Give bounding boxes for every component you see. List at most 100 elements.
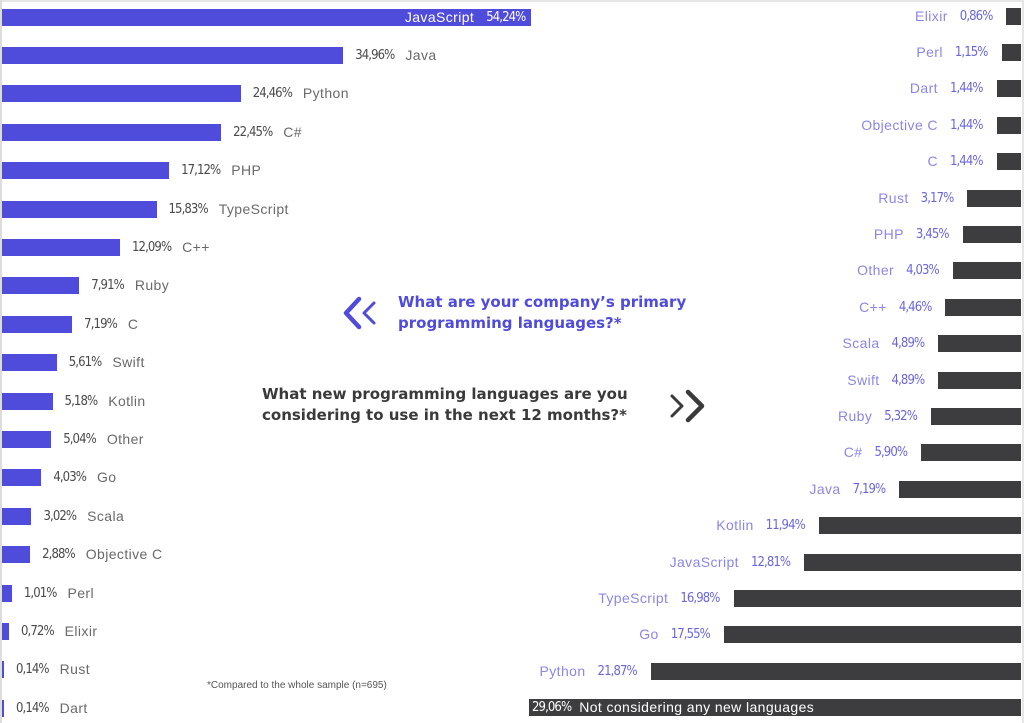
value-label: 16,98% bbox=[680, 590, 720, 606]
value-label: 2,88% bbox=[42, 547, 76, 563]
value-label: 5,90% bbox=[874, 445, 908, 461]
bar-c bbox=[996, 153, 1021, 171]
value-label: 4,03% bbox=[53, 470, 87, 486]
category-label: Rust bbox=[59, 661, 91, 678]
value-label: 5,61% bbox=[68, 355, 103, 371]
value-label: 12,09% bbox=[131, 239, 172, 255]
value-label: 7,19% bbox=[852, 481, 887, 497]
value-label: 54,24% bbox=[486, 9, 526, 25]
bar-swift bbox=[2, 354, 57, 372]
category-label: Java bbox=[809, 480, 841, 497]
value-label: 0,14% bbox=[16, 662, 50, 678]
bar-perl bbox=[1001, 43, 1021, 61]
value-label: 0,86% bbox=[959, 8, 994, 24]
category-label: Python bbox=[302, 85, 349, 102]
new-languages-question: What new programming languages are you c… bbox=[262, 385, 628, 424]
category-label: Java bbox=[405, 46, 437, 63]
value-label: 17,12% bbox=[181, 163, 221, 179]
bar-typescript bbox=[2, 200, 157, 218]
category-label: C++ bbox=[859, 298, 887, 315]
value-label: 4,46% bbox=[898, 299, 933, 315]
category-label: JavaScript bbox=[669, 553, 739, 570]
bar-ruby bbox=[930, 407, 1021, 425]
category-label: Go bbox=[96, 469, 117, 486]
value-label: 1,15% bbox=[954, 44, 989, 60]
value-label: 29,06% bbox=[532, 700, 572, 716]
category-label: Ruby bbox=[134, 277, 170, 294]
bar-python bbox=[2, 85, 241, 103]
category-label: C bbox=[927, 153, 938, 170]
bar-go bbox=[2, 469, 42, 487]
value-label: 15,83% bbox=[168, 201, 209, 217]
category-label: TypeScript bbox=[598, 589, 669, 606]
value-label: 5,04% bbox=[63, 431, 97, 447]
bar-kotlin bbox=[818, 517, 1021, 535]
bar-swift bbox=[938, 371, 1021, 389]
category-label: Dart bbox=[59, 699, 88, 716]
category-label: Python bbox=[539, 662, 586, 679]
bar-c- bbox=[2, 238, 120, 256]
bar-scala bbox=[2, 507, 32, 525]
bar-elixir bbox=[1006, 7, 1021, 25]
category-label: Objective C bbox=[85, 546, 163, 563]
bar-javascript bbox=[804, 553, 1021, 571]
bar-java bbox=[2, 46, 344, 64]
value-label: 1,44% bbox=[949, 117, 984, 133]
value-label: 17,55% bbox=[670, 627, 711, 643]
category-label: Kotlin bbox=[716, 517, 754, 534]
bar-php bbox=[2, 162, 170, 180]
bar-elixir bbox=[2, 622, 10, 640]
value-label: 1,44% bbox=[949, 154, 984, 170]
value-label: 3,45% bbox=[915, 226, 950, 242]
category-label: Swift bbox=[847, 371, 880, 388]
bar-python bbox=[650, 662, 1021, 680]
value-label: 3,02% bbox=[43, 508, 77, 524]
category-label: Go bbox=[639, 626, 659, 643]
value-label: 7,91% bbox=[91, 278, 125, 294]
value-label: 24,46% bbox=[252, 86, 293, 102]
double-chevron-right-icon bbox=[670, 389, 705, 423]
category-label: C bbox=[127, 315, 139, 332]
category-label: Other bbox=[857, 262, 895, 279]
bar-perl bbox=[2, 584, 12, 602]
category-label: Ruby bbox=[837, 407, 873, 424]
category-label: Other bbox=[106, 430, 144, 447]
category-label: Perl bbox=[916, 43, 943, 60]
footnote: *Compared to the whole sample (n=695) bbox=[207, 680, 387, 691]
bar-objective-c bbox=[2, 546, 31, 564]
category-label: Rust bbox=[878, 189, 909, 206]
bar-scala bbox=[938, 335, 1021, 353]
category-label: Scala bbox=[87, 507, 125, 524]
category-label: C# bbox=[283, 123, 302, 140]
bar-dart bbox=[996, 80, 1021, 98]
value-label: 34,96% bbox=[355, 47, 395, 63]
bar-php bbox=[962, 225, 1021, 243]
value-label: 22,45% bbox=[233, 124, 273, 140]
frame-top-border bbox=[0, 0, 1024, 2]
bar-typescript bbox=[733, 589, 1021, 607]
bar-rust bbox=[967, 189, 1021, 207]
value-label: 0,72% bbox=[21, 623, 55, 639]
bar-kotlin bbox=[2, 392, 53, 410]
bar-c- bbox=[2, 123, 222, 141]
bar-other bbox=[952, 262, 1021, 280]
category-label: Swift bbox=[112, 354, 145, 371]
category-label: Not considering any new languages bbox=[579, 699, 815, 716]
bar-other bbox=[2, 430, 52, 448]
category-label: PHP bbox=[873, 225, 904, 242]
bar-go bbox=[723, 626, 1021, 644]
value-label: 1,01% bbox=[23, 585, 58, 601]
category-label: Scala bbox=[842, 335, 880, 352]
bar-java bbox=[899, 480, 1021, 498]
bar-c- bbox=[921, 444, 1021, 462]
value-label: 1,44% bbox=[949, 81, 984, 97]
bar-c- bbox=[945, 298, 1021, 316]
value-label: 12,81% bbox=[750, 554, 791, 570]
double-chevron-left-icon bbox=[343, 296, 376, 330]
value-label: 0,14% bbox=[16, 700, 50, 716]
category-label: C# bbox=[843, 444, 863, 461]
category-label: TypeScript bbox=[218, 200, 289, 217]
bar-rust bbox=[2, 661, 4, 679]
value-label: 4,03% bbox=[906, 263, 940, 279]
value-label: 7,19% bbox=[84, 316, 118, 332]
